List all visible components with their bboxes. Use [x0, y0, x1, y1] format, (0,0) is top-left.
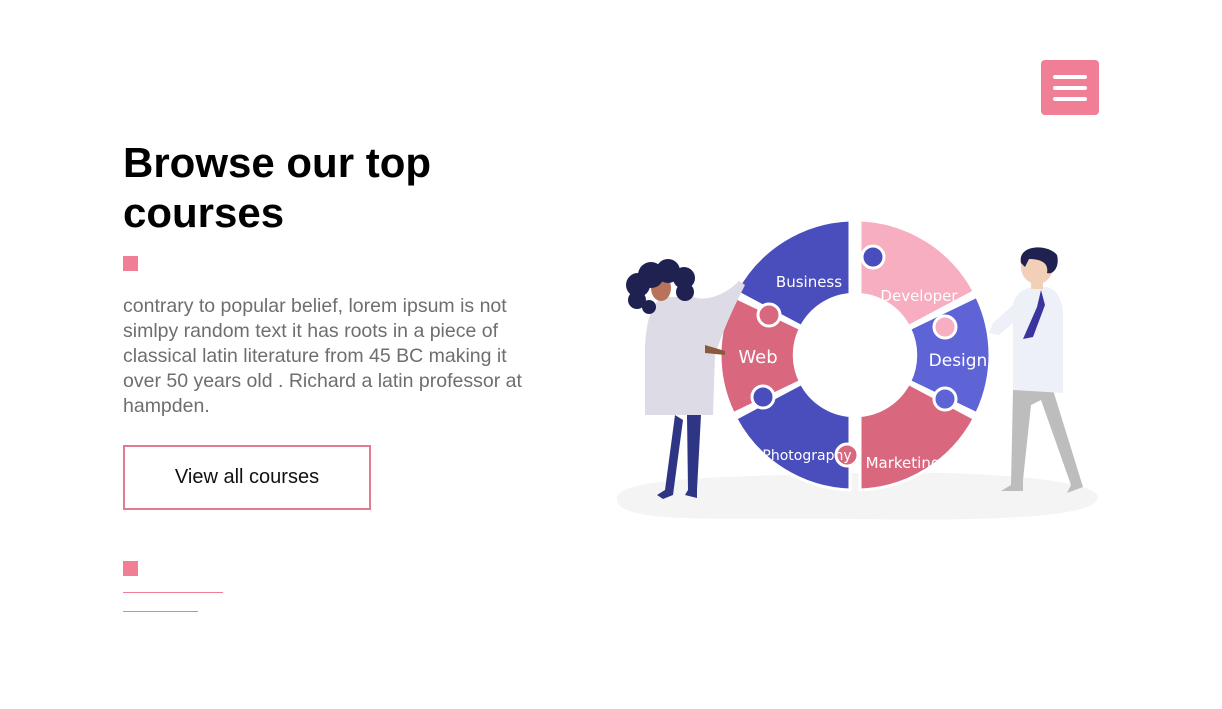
accent-square — [123, 256, 138, 271]
page-title: Browse our top courses — [123, 139, 432, 236]
segment-label-developer: Developer — [880, 287, 958, 305]
menu-bar — [1053, 96, 1087, 101]
segment-label-web: Web — [738, 347, 777, 368]
menu-bar — [1053, 74, 1087, 79]
hero-illustration: Business Developer Design Marketing Phot… — [605, 215, 1105, 530]
man-figure — [989, 247, 1083, 493]
segment-label-design: Design — [929, 351, 988, 371]
view-all-courses-button[interactable]: View all courses — [123, 445, 371, 510]
hero-heading-block: Browse our top courses — [123, 138, 543, 238]
puzzle-wheel: Business Developer Design Marketing Phot… — [718, 218, 992, 492]
menu-bar — [1053, 85, 1087, 90]
accent-square — [123, 561, 138, 576]
hero-description: contrary to popular belief, lorem ipsum … — [123, 295, 522, 417]
decorative-line — [123, 611, 198, 612]
segment-label-marketing: Marketing — [866, 454, 941, 472]
segment-label-business: Business — [776, 273, 842, 291]
decorative-line — [123, 592, 223, 593]
segment-label-photography: Photography — [762, 448, 851, 464]
hamburger-menu-button[interactable] — [1041, 60, 1099, 115]
